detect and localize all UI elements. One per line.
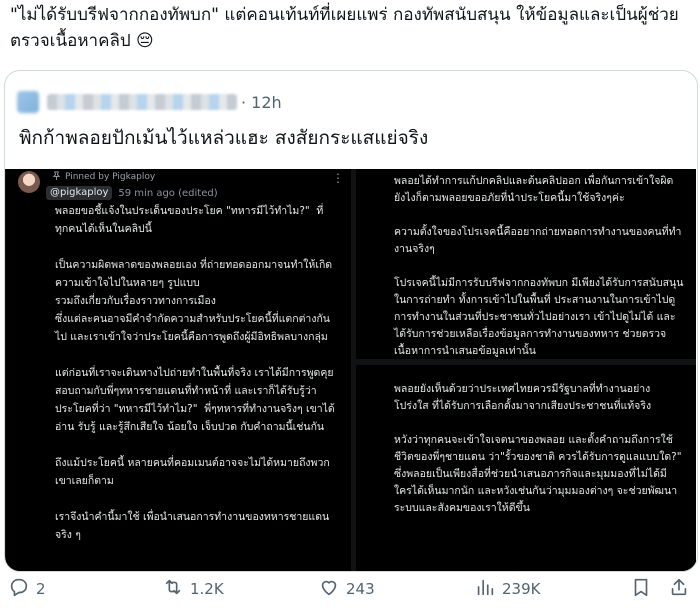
pinned-text: Pinned by Pigkaploy bbox=[65, 172, 156, 182]
like-button[interactable]: 243 bbox=[318, 576, 375, 602]
screenshot-panel-left: Pinned by Pigkaploy @pigkaploy 59 min ag… bbox=[6, 169, 351, 571]
reply-count: 2 bbox=[36, 580, 46, 598]
screenshot-panel-right-bottom: พลอยยังเห็นด้วยว่าประเทศไทยควรมีรัฐบาลที… bbox=[356, 365, 696, 571]
media-image[interactable]: Pinned by Pigkaploy @pigkaploy 59 min ag… bbox=[5, 169, 696, 571]
comment-body-right-top: พลอยได้ทำการแก้ปกคลิปและต้นคลิปออก เพื่อ… bbox=[394, 175, 684, 357]
comment-meta-row: @pigkaploy 59 min ago (edited) bbox=[46, 186, 218, 200]
like-count: 243 bbox=[346, 580, 375, 598]
repost-icon bbox=[162, 576, 184, 602]
reply-icon bbox=[8, 576, 30, 602]
repost-count: 1.2K bbox=[190, 580, 224, 598]
blurred-avatar[interactable] bbox=[17, 91, 39, 113]
pinned-label: Pinned by Pigkaploy bbox=[52, 171, 155, 183]
views-icon bbox=[474, 576, 496, 602]
repost-button[interactable]: 1.2K bbox=[162, 576, 224, 602]
more-options-icon: ⋮ bbox=[332, 171, 344, 185]
quoted-post-card[interactable]: · 12h พิกก้าพลอยปักเม้นไว้แหล่วแฮะ สงสัย… bbox=[4, 70, 698, 572]
comment-body-right-bottom: พลอยยังเห็นด้วยว่าประเทศไทยควรมีรัฐบาลที… bbox=[394, 383, 682, 514]
heart-icon bbox=[318, 576, 340, 602]
blurred-author-name[interactable] bbox=[47, 94, 237, 110]
reply-button[interactable]: 2 bbox=[8, 576, 46, 602]
comment-body-left: พลอยขอชี้แจ้งในประเด็นของประโยค "ทหารมีไ… bbox=[55, 205, 335, 541]
post-text: "ไม่ได้รับบรีฟจากกองทัพบก" แต่คอนเท้นท์ท… bbox=[10, 5, 679, 51]
screenshot-panel-right-top: พลอยได้ทำการแก้ปกคลิปและต้นคลิปออก เพื่อ… bbox=[356, 169, 696, 359]
quoted-post-text: พิกก้าพลอยปักเม้นไว้แหล่วแฮะ สงสัยกระแสแ… bbox=[19, 127, 429, 149]
comment-meta: 59 min ago (edited) bbox=[118, 187, 218, 199]
views-count: 239K bbox=[502, 580, 541, 598]
share-button[interactable] bbox=[668, 576, 690, 602]
bookmark-icon bbox=[630, 576, 652, 602]
commenter-handle: @pigkaploy bbox=[46, 186, 113, 200]
share-icon bbox=[668, 576, 690, 602]
bookmark-button[interactable] bbox=[630, 576, 652, 602]
pin-icon bbox=[52, 171, 61, 183]
action-bar: 2 1.2K 243 239K bbox=[0, 572, 700, 602]
views-button[interactable]: 239K bbox=[474, 576, 540, 602]
quoted-post-header: · 12h bbox=[17, 87, 282, 117]
commenter-avatar bbox=[18, 171, 40, 193]
quoted-post-time[interactable]: · 12h bbox=[241, 93, 282, 112]
